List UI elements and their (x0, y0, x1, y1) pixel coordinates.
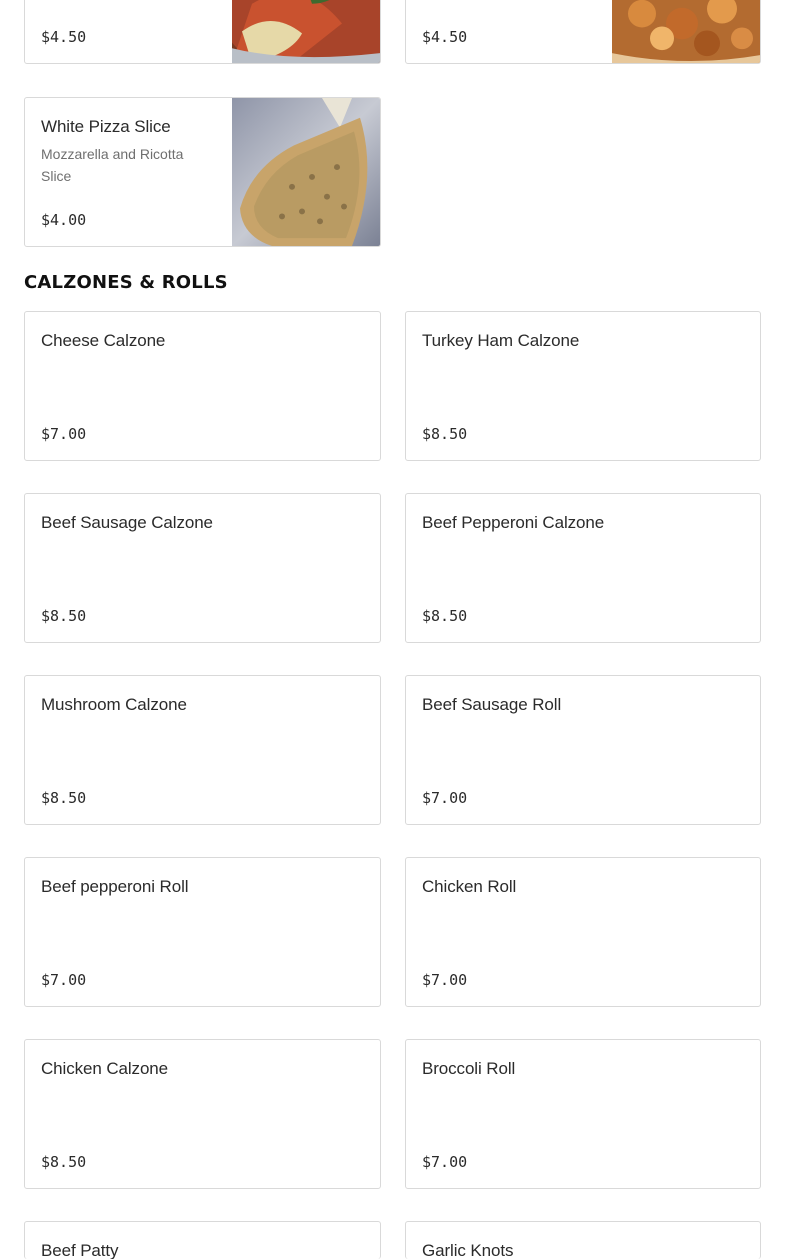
menu-item-info: Beef Sausage Roll $7.00 (422, 676, 744, 824)
menu-item-info: Chicken Calzone $8.50 (41, 1040, 364, 1188)
menu-item-card[interactable]: Garlic Knots (405, 1221, 761, 1259)
menu-item-info: Beef pepperoni Roll $7.00 (41, 858, 364, 1006)
menu-item-price: $8.50 (41, 1153, 87, 1171)
menu-item-name: Broccoli Roll (422, 1059, 516, 1078)
menu-item-name: Chicken Calzone (41, 1059, 169, 1078)
menu-item-info: Turkey Ham Calzone $8.50 (422, 312, 744, 460)
menu-item-price: $4.50 (422, 28, 468, 46)
menu-item-name: Beef Sausage Calzone (41, 513, 213, 532)
menu-item-info: Chicken Roll $7.00 (422, 858, 744, 1006)
menu-item-info: $4.50 (41, 0, 215, 63)
menu-item-name: Chicken Roll (422, 877, 517, 896)
menu-item-card[interactable]: Mushroom Calzone $8.50 (24, 675, 381, 825)
white-pizza-slice-photo (232, 98, 380, 246)
menu-item-info: Cheese Calzone $7.00 (41, 312, 364, 460)
menu-item-name: Turkey Ham Calzone (422, 331, 580, 350)
menu-item-price: $8.50 (422, 607, 468, 625)
menu-item-card[interactable]: White Pizza Slice Mozzarella and Ricotta… (24, 97, 381, 247)
menu-item-card[interactable]: Chicken Calzone $8.50 (24, 1039, 381, 1189)
pizza-photo (612, 0, 760, 63)
menu-item-name: Garlic Knots (422, 1241, 514, 1259)
menu-item-price: $7.00 (422, 789, 468, 807)
menu-item-name: Beef Pepperoni Calzone (422, 513, 605, 532)
menu-item-info: Beef Sausage Calzone $8.50 (41, 494, 364, 642)
menu-item-name: Beef Sausage Roll (422, 695, 562, 714)
menu-item-card[interactable]: Beef Patty (24, 1221, 381, 1259)
menu-item-price: $7.00 (41, 425, 87, 443)
menu-item-name: Beef Patty (41, 1241, 119, 1259)
menu-item-card[interactable]: Beef Sausage Roll $7.00 (405, 675, 761, 825)
menu-item-price: $4.00 (41, 211, 87, 229)
menu-item-price: $7.00 (41, 971, 87, 989)
menu-item-card[interactable]: Turkey Ham Calzone $8.50 (405, 311, 761, 461)
menu-item-price: $4.50 (41, 28, 87, 46)
menu-item-card[interactable]: Beef Sausage Calzone $8.50 (24, 493, 381, 643)
menu-item-info: Mushroom Calzone $8.50 (41, 676, 364, 824)
section-title: CALZONES & ROLLS (24, 272, 228, 293)
menu-item-price: $8.50 (41, 789, 87, 807)
menu-item-card[interactable]: Chicken Roll $7.00 (405, 857, 761, 1007)
menu-item-info: Beef Pepperoni Calzone $8.50 (422, 494, 744, 642)
menu-item-price: $8.50 (41, 607, 87, 625)
menu-item-card[interactable]: Broccoli Roll $7.00 (405, 1039, 761, 1189)
menu-item-info: Broccoli Roll $7.00 (422, 1040, 744, 1188)
menu-item-price: $7.00 (422, 1153, 468, 1171)
menu-item-price: $8.50 (422, 425, 468, 443)
menu-item-card[interactable]: $4.50 (405, 0, 761, 64)
menu-item-info: $4.50 (422, 0, 595, 63)
menu-item-info: White Pizza Slice Mozzarella and Ricotta… (41, 98, 215, 246)
menu-item-info: Beef Patty (41, 1222, 364, 1259)
menu-item-card[interactable]: Beef pepperoni Roll $7.00 (24, 857, 381, 1007)
menu-item-card[interactable]: Cheese Calzone $7.00 (24, 311, 381, 461)
pizza-photo (232, 0, 380, 63)
menu-item-price: $7.00 (422, 971, 468, 989)
menu-item-info: Garlic Knots (422, 1222, 744, 1259)
menu-item-name: Cheese Calzone (41, 331, 166, 350)
menu-item-name: Mushroom Calzone (41, 695, 187, 714)
menu-item-card[interactable]: $4.50 (24, 0, 381, 64)
menu-item-card[interactable]: Beef Pepperoni Calzone $8.50 (405, 493, 761, 643)
menu-item-name: White Pizza Slice (41, 117, 171, 136)
menu-item-description: Mozzarella and Ricotta Slice (41, 146, 184, 184)
menu-item-name: Beef pepperoni Roll (41, 877, 189, 896)
